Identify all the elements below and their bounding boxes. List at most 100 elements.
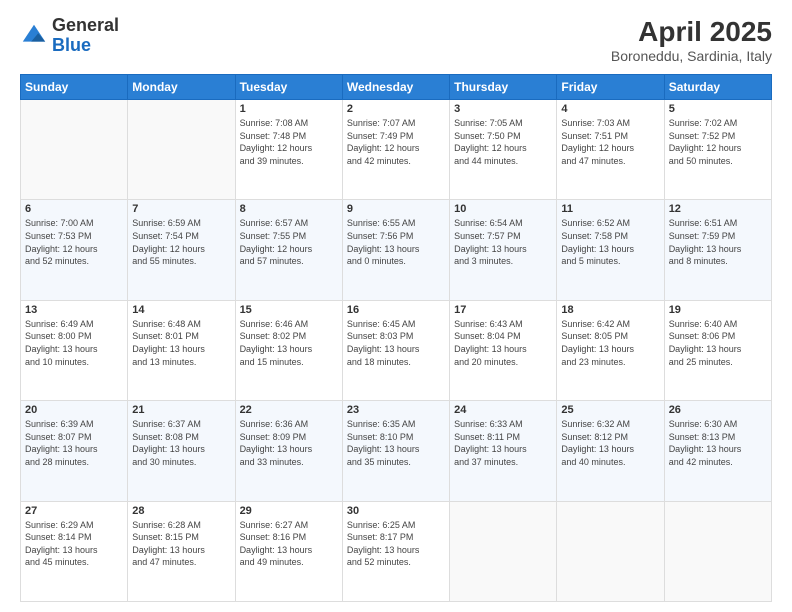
day-info: Sunrise: 6:46 AM Sunset: 8:02 PM Dayligh… bbox=[240, 318, 338, 368]
day-number: 19 bbox=[669, 304, 767, 316]
day-info: Sunrise: 7:07 AM Sunset: 7:49 PM Dayligh… bbox=[347, 117, 445, 167]
logo-text: General Blue bbox=[52, 16, 119, 56]
day-info: Sunrise: 7:03 AM Sunset: 7:51 PM Dayligh… bbox=[561, 117, 659, 167]
day-info: Sunrise: 6:35 AM Sunset: 8:10 PM Dayligh… bbox=[347, 418, 445, 468]
day-info: Sunrise: 6:40 AM Sunset: 8:06 PM Dayligh… bbox=[669, 318, 767, 368]
day-cell: 4 Sunrise: 7:03 AM Sunset: 7:51 PM Daylig… bbox=[557, 100, 664, 200]
day-number: 24 bbox=[454, 404, 552, 416]
day-cell: 5 Sunrise: 7:02 AM Sunset: 7:52 PM Daylig… bbox=[664, 100, 771, 200]
day-cell: 26Sunrise: 6:30 AM Sunset: 8:13 PM Dayli… bbox=[664, 401, 771, 501]
day-cell: 9Sunrise: 6:55 AM Sunset: 7:56 PM Daylig… bbox=[342, 200, 449, 300]
day-number: 30 bbox=[347, 505, 445, 517]
day-info: Sunrise: 6:51 AM Sunset: 7:59 PM Dayligh… bbox=[669, 217, 767, 267]
day-number: 22 bbox=[240, 404, 338, 416]
day-number: 12 bbox=[669, 203, 767, 215]
day-number: 5 bbox=[669, 103, 767, 115]
day-number: 20 bbox=[25, 404, 123, 416]
day-cell: 10Sunrise: 6:54 AM Sunset: 7:57 PM Dayli… bbox=[450, 200, 557, 300]
day-info: Sunrise: 6:25 AM Sunset: 8:17 PM Dayligh… bbox=[347, 519, 445, 569]
day-number: 6 bbox=[25, 203, 123, 215]
day-cell: 6 Sunrise: 7:00 AM Sunset: 7:53 PM Daylig… bbox=[21, 200, 128, 300]
day-info: Sunrise: 6:59 AM Sunset: 7:54 PM Dayligh… bbox=[132, 217, 230, 267]
day-info: Sunrise: 6:33 AM Sunset: 8:11 PM Dayligh… bbox=[454, 418, 552, 468]
day-info: Sunrise: 6:57 AM Sunset: 7:55 PM Dayligh… bbox=[240, 217, 338, 267]
weekday-header-row: SundayMondayTuesdayWednesdayThursdayFrid… bbox=[21, 75, 772, 100]
day-number: 29 bbox=[240, 505, 338, 517]
day-number: 3 bbox=[454, 103, 552, 115]
day-number: 10 bbox=[454, 203, 552, 215]
day-cell: 29 Sunrise: 6:27 AM Sunset: 8:16 PM Dayli… bbox=[235, 501, 342, 601]
day-cell: 17 Sunrise: 6:43 AM Sunset: 8:04 PM Dayli… bbox=[450, 300, 557, 400]
day-number: 25 bbox=[561, 404, 659, 416]
weekday-header-saturday: Saturday bbox=[664, 75, 771, 100]
day-number: 4 bbox=[561, 103, 659, 115]
day-number: 11 bbox=[561, 203, 659, 215]
day-number: 14 bbox=[132, 304, 230, 316]
day-cell: 12 Sunrise: 6:51 AM Sunset: 7:59 PM Dayli… bbox=[664, 200, 771, 300]
day-cell bbox=[557, 501, 664, 601]
day-cell: 22Sunrise: 6:36 AM Sunset: 8:09 PM Dayli… bbox=[235, 401, 342, 501]
day-info: Sunrise: 6:32 AM Sunset: 8:12 PM Dayligh… bbox=[561, 418, 659, 468]
day-info: Sunrise: 6:27 AM Sunset: 8:16 PM Dayligh… bbox=[240, 519, 338, 569]
day-cell: 11Sunrise: 6:52 AM Sunset: 7:58 PM Dayli… bbox=[557, 200, 664, 300]
weekday-header-wednesday: Wednesday bbox=[342, 75, 449, 100]
day-cell bbox=[128, 100, 235, 200]
day-info: Sunrise: 6:30 AM Sunset: 8:13 PM Dayligh… bbox=[669, 418, 767, 468]
logo-icon bbox=[20, 22, 48, 50]
day-cell: 14Sunrise: 6:48 AM Sunset: 8:01 PM Dayli… bbox=[128, 300, 235, 400]
day-cell: 8 Sunrise: 6:57 AM Sunset: 7:55 PM Daylig… bbox=[235, 200, 342, 300]
logo-blue: Blue bbox=[52, 35, 91, 55]
day-number: 9 bbox=[347, 203, 445, 215]
day-cell: 13Sunrise: 6:49 AM Sunset: 8:00 PM Dayli… bbox=[21, 300, 128, 400]
day-info: Sunrise: 6:43 AM Sunset: 8:04 PM Dayligh… bbox=[454, 318, 552, 368]
day-cell: 28 Sunrise: 6:28 AM Sunset: 8:15 PM Dayli… bbox=[128, 501, 235, 601]
day-number: 23 bbox=[347, 404, 445, 416]
day-cell: 30 Sunrise: 6:25 AM Sunset: 8:17 PM Dayli… bbox=[342, 501, 449, 601]
day-info: Sunrise: 6:49 AM Sunset: 8:00 PM Dayligh… bbox=[25, 318, 123, 368]
day-cell: 2 Sunrise: 7:07 AM Sunset: 7:49 PM Daylig… bbox=[342, 100, 449, 200]
header: General Blue April 2025 Boroneddu, Sardi… bbox=[20, 16, 772, 64]
weekday-header-sunday: Sunday bbox=[21, 75, 128, 100]
day-number: 21 bbox=[132, 404, 230, 416]
month-title: April 2025 bbox=[611, 16, 772, 48]
weekday-header-monday: Monday bbox=[128, 75, 235, 100]
day-cell: 24 Sunrise: 6:33 AM Sunset: 8:11 PM Dayli… bbox=[450, 401, 557, 501]
logo: General Blue bbox=[20, 16, 119, 56]
day-cell: 3 Sunrise: 7:05 AM Sunset: 7:50 PM Daylig… bbox=[450, 100, 557, 200]
day-cell bbox=[450, 501, 557, 601]
day-cell: 18 Sunrise: 6:42 AM Sunset: 8:05 PM Dayli… bbox=[557, 300, 664, 400]
weekday-header-friday: Friday bbox=[557, 75, 664, 100]
day-cell: 7Sunrise: 6:59 AM Sunset: 7:54 PM Daylig… bbox=[128, 200, 235, 300]
day-info: Sunrise: 7:00 AM Sunset: 7:53 PM Dayligh… bbox=[25, 217, 123, 267]
day-number: 2 bbox=[347, 103, 445, 115]
weekday-header-tuesday: Tuesday bbox=[235, 75, 342, 100]
day-info: Sunrise: 6:45 AM Sunset: 8:03 PM Dayligh… bbox=[347, 318, 445, 368]
day-number: 8 bbox=[240, 203, 338, 215]
day-info: Sunrise: 7:08 AM Sunset: 7:48 PM Dayligh… bbox=[240, 117, 338, 167]
day-info: Sunrise: 7:05 AM Sunset: 7:50 PM Dayligh… bbox=[454, 117, 552, 167]
day-cell: 20Sunrise: 6:39 AM Sunset: 8:07 PM Dayli… bbox=[21, 401, 128, 501]
day-number: 27 bbox=[25, 505, 123, 517]
day-info: Sunrise: 6:42 AM Sunset: 8:05 PM Dayligh… bbox=[561, 318, 659, 368]
day-cell: 19 Sunrise: 6:40 AM Sunset: 8:06 PM Dayli… bbox=[664, 300, 771, 400]
page: General Blue April 2025 Boroneddu, Sardi… bbox=[0, 0, 792, 612]
day-cell: 23 Sunrise: 6:35 AM Sunset: 8:10 PM Dayli… bbox=[342, 401, 449, 501]
day-number: 17 bbox=[454, 304, 552, 316]
day-cell: 1Sunrise: 7:08 AM Sunset: 7:48 PM Daylig… bbox=[235, 100, 342, 200]
weekday-header-thursday: Thursday bbox=[450, 75, 557, 100]
day-info: Sunrise: 7:02 AM Sunset: 7:52 PM Dayligh… bbox=[669, 117, 767, 167]
calendar-table: SundayMondayTuesdayWednesdayThursdayFrid… bbox=[20, 74, 772, 602]
week-row-3: 20Sunrise: 6:39 AM Sunset: 8:07 PM Dayli… bbox=[21, 401, 772, 501]
week-row-2: 13Sunrise: 6:49 AM Sunset: 8:00 PM Dayli… bbox=[21, 300, 772, 400]
subtitle: Boroneddu, Sardinia, Italy bbox=[611, 48, 772, 64]
day-cell: 27Sunrise: 6:29 AM Sunset: 8:14 PM Dayli… bbox=[21, 501, 128, 601]
week-row-0: 1Sunrise: 7:08 AM Sunset: 7:48 PM Daylig… bbox=[21, 100, 772, 200]
day-number: 18 bbox=[561, 304, 659, 316]
day-number: 15 bbox=[240, 304, 338, 316]
week-row-1: 6 Sunrise: 7:00 AM Sunset: 7:53 PM Daylig… bbox=[21, 200, 772, 300]
day-number: 16 bbox=[347, 304, 445, 316]
week-row-4: 27Sunrise: 6:29 AM Sunset: 8:14 PM Dayli… bbox=[21, 501, 772, 601]
day-number: 28 bbox=[132, 505, 230, 517]
day-info: Sunrise: 6:28 AM Sunset: 8:15 PM Dayligh… bbox=[132, 519, 230, 569]
title-block: April 2025 Boroneddu, Sardinia, Italy bbox=[611, 16, 772, 64]
